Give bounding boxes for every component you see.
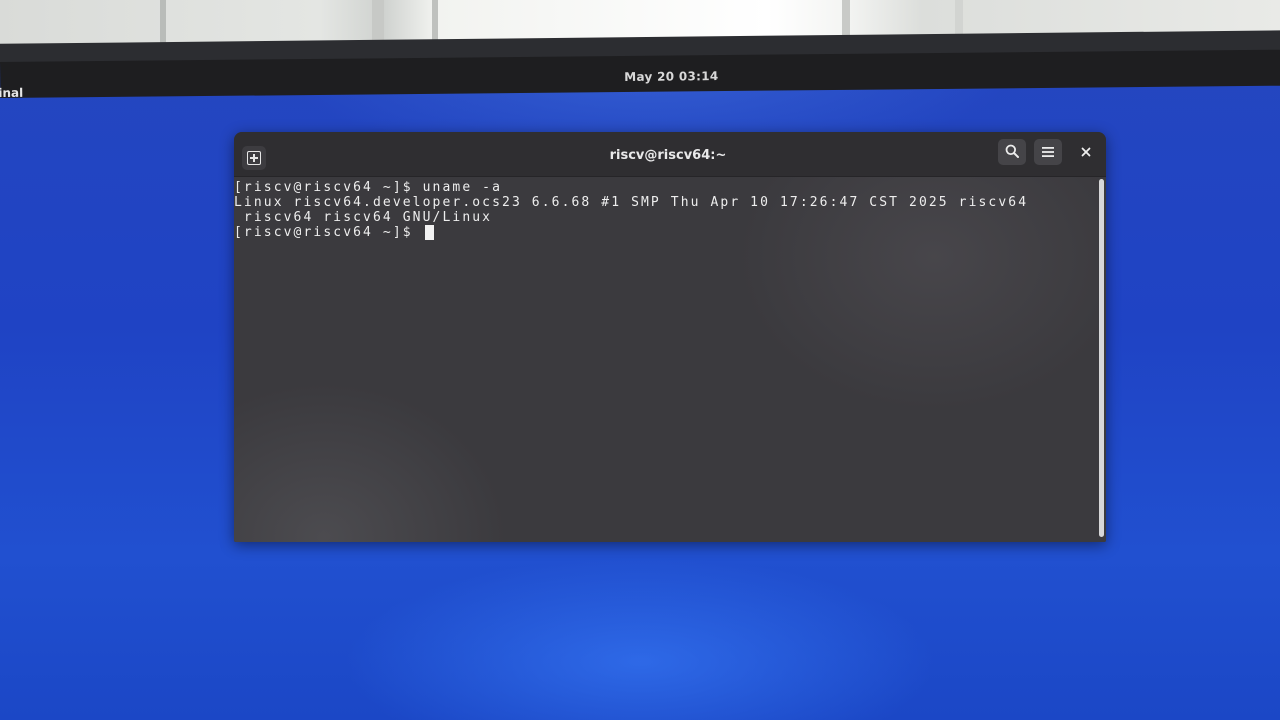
app-menu-label[interactable]: inal: [0, 86, 23, 100]
search-icon: [1005, 144, 1019, 158]
terminal-line: Linux riscv64.developer.ocs23 6.6.68 #1 …: [234, 195, 1029, 210]
terminal-prompt-line[interactable]: [riscv@riscv64 ~]$: [234, 225, 1098, 240]
text-cursor: [424, 225, 434, 240]
terminal-window[interactable]: riscv@riscv64:~ [riscv@riscv64 ~]$ uname…: [234, 132, 1106, 542]
close-icon: [1081, 147, 1091, 157]
menu-button[interactable]: [1034, 139, 1062, 165]
search-button[interactable]: [998, 139, 1026, 165]
close-button[interactable]: [1074, 141, 1098, 165]
scrollbar[interactable]: [1098, 177, 1106, 542]
terminal-prompt: [riscv@riscv64 ~]$: [234, 225, 423, 240]
window-titlebar[interactable]: riscv@riscv64:~: [234, 132, 1106, 177]
hamburger-menu-icon: [1042, 147, 1054, 157]
terminal-line: riscv64 riscv64 GNU/Linux: [234, 210, 493, 225]
window-title: riscv@riscv64:~: [609, 148, 727, 163]
scrollbar-thumb[interactable]: [1099, 179, 1104, 537]
clock[interactable]: May 20 03:14: [624, 69, 718, 84]
terminal-output[interactable]: [riscv@riscv64 ~]$ uname -a Linux riscv6…: [234, 177, 1098, 542]
terminal-line: [riscv@riscv64 ~]$ uname -a: [234, 180, 503, 195]
